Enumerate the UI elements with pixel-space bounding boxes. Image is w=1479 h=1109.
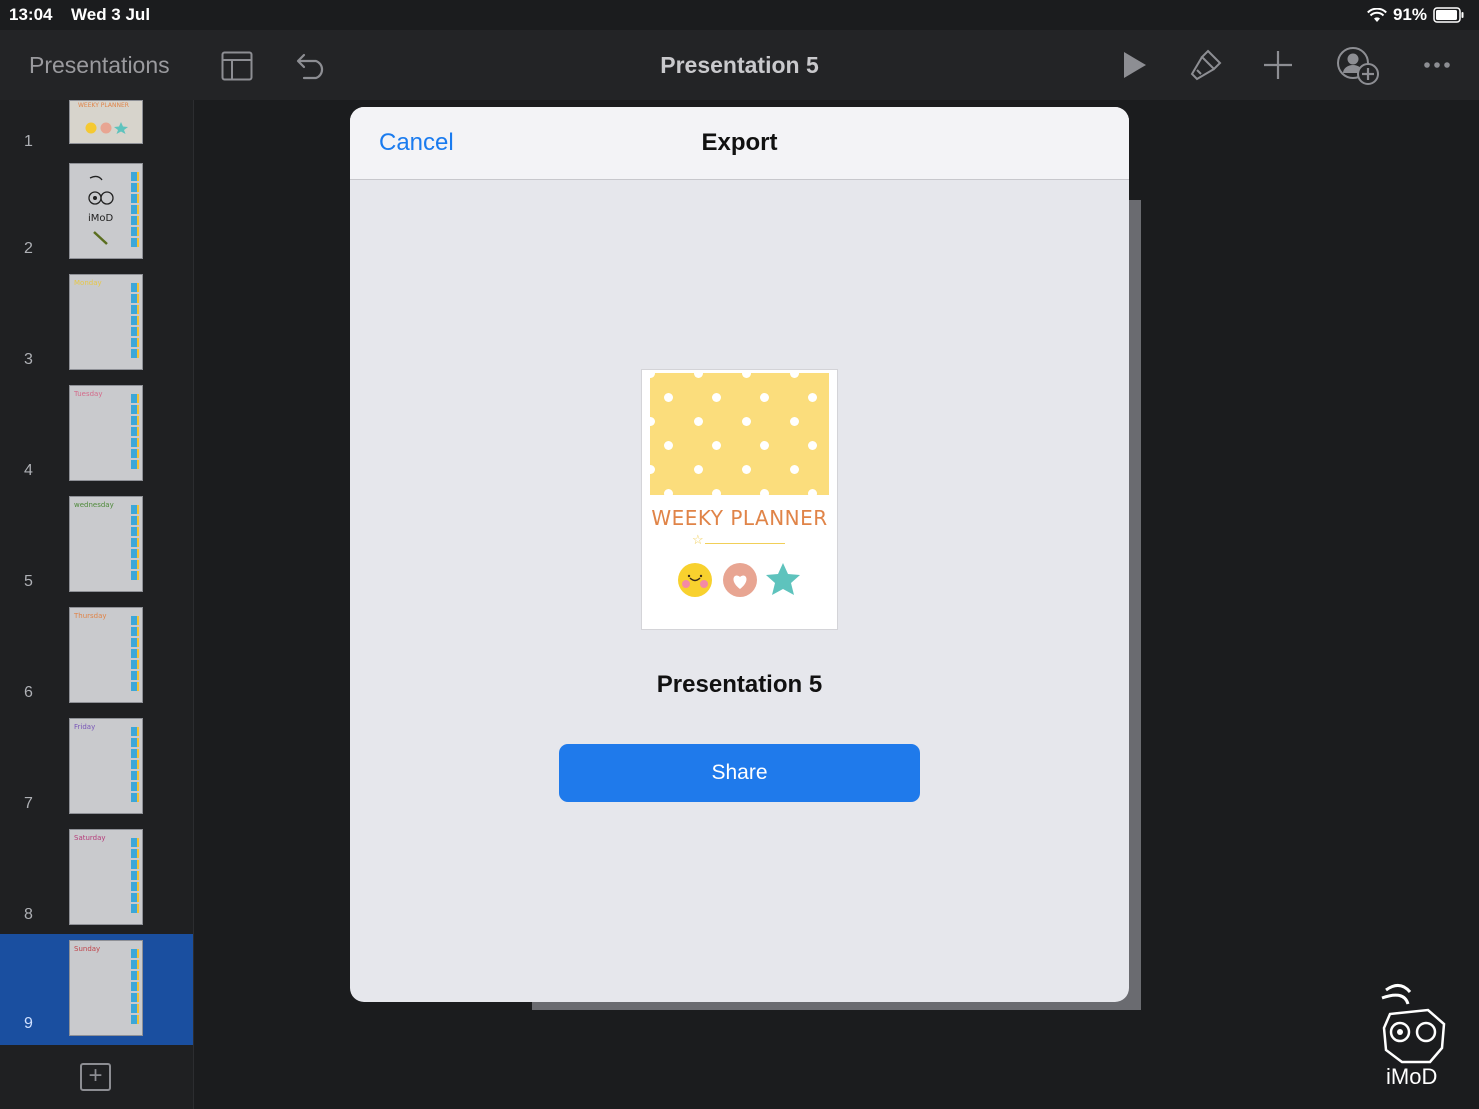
slide-item-2[interactable]: iMoD 2 <box>0 159 193 270</box>
slide-item-8[interactable]: Saturday 8 <box>0 825 193 936</box>
slide-thumbnail: Sunday <box>69 940 143 1036</box>
wifi-icon <box>1367 7 1387 22</box>
slide-number: 8 <box>24 906 33 923</box>
slide-thumbnail: iMoD <box>69 163 143 259</box>
pencil-icon <box>93 231 108 245</box>
battery-percent: 91% <box>1392 5 1427 24</box>
small-star-icon: ☆ <box>692 532 704 547</box>
undo-icon[interactable] <box>296 50 330 80</box>
star-icon <box>766 563 800 595</box>
toolbar: Presentations Presentation 5 <box>0 30 1479 100</box>
imod-logo-icon <box>88 175 114 205</box>
day-tabs <box>131 172 139 247</box>
slide-thumb-title: iMoD <box>88 213 114 224</box>
slide-navigator: WEEKY PLANNER 1 iMoD 2 Monday 3 Tuesday … <box>0 100 194 1109</box>
status-date: Wed 3 Jul <box>71 5 151 24</box>
slide-thumb-title: Sunday <box>74 945 101 953</box>
presentations-button[interactable]: Presentations <box>29 52 170 79</box>
add-slide-button[interactable]: + <box>80 1063 111 1091</box>
slide-number: 3 <box>24 351 33 368</box>
day-tabs <box>131 394 139 469</box>
slide-thumbnail: Saturday <box>69 829 143 925</box>
day-tabs <box>131 838 139 913</box>
slide-number: 5 <box>24 573 33 590</box>
play-icon[interactable] <box>1122 50 1148 80</box>
day-tabs <box>131 616 139 691</box>
document-preview: WEEKY PLANNER ☆ <box>642 370 837 629</box>
dialog-header: Cancel Export <box>350 107 1129 180</box>
format-brush-icon[interactable] <box>1188 48 1224 82</box>
slide-item-9[interactable]: Sunday 9 <box>0 934 193 1045</box>
export-dialog: Cancel Export WEEKY PLANNER ☆ Presentati… <box>350 107 1129 1002</box>
slide-item-7[interactable]: Friday 7 <box>0 714 193 825</box>
status-bar: 13:04 Wed 3 Jul 91% <box>0 0 1479 30</box>
name-line <box>705 543 785 544</box>
polka-dot-banner <box>650 373 829 495</box>
slide-thumbnail: wednesday <box>69 496 143 592</box>
heart-icon <box>723 563 757 597</box>
smiley-icon <box>678 563 712 597</box>
slide-number: 9 <box>24 1015 33 1032</box>
slide-item-6[interactable]: Thursday 6 <box>0 603 193 714</box>
slide-number: 6 <box>24 684 33 701</box>
slide-number: 1 <box>24 133 33 150</box>
share-button[interactable]: Share <box>559 744 920 802</box>
slide-number: 2 <box>24 240 33 257</box>
more-icon[interactable] <box>1423 61 1451 69</box>
slide-thumbnail: Friday <box>69 718 143 814</box>
day-tabs <box>131 949 139 1024</box>
slide-thumbnail: Thursday <box>69 607 143 703</box>
file-name: Presentation 5 <box>656 671 823 698</box>
battery-icon <box>1433 7 1464 23</box>
slide-thumbnail: Monday <box>69 274 143 370</box>
planner-heading: WEEKY PLANNER <box>651 506 828 530</box>
slide-thumbnail: Tuesday <box>69 385 143 481</box>
slide-number: 4 <box>24 462 33 479</box>
dialog-title: Export <box>701 129 778 156</box>
layout-icon[interactable] <box>221 51 253 81</box>
slide-thumb-title: wednesday <box>74 501 114 509</box>
status-time: 13:04 <box>9 5 53 24</box>
slide-item-4[interactable]: Tuesday 4 <box>0 381 193 492</box>
day-tabs <box>131 505 139 580</box>
collaborate-icon[interactable] <box>1335 46 1381 86</box>
status-right: 91% <box>1367 5 1465 25</box>
slide-thumb-title: Thursday <box>74 612 107 620</box>
slide-item-5[interactable]: wednesday 5 <box>0 492 193 603</box>
slide-thumb-title: Monday <box>74 279 102 287</box>
slide-thumb-title: Friday <box>74 723 96 731</box>
day-tabs <box>131 727 139 802</box>
emoji-icons <box>85 122 128 134</box>
day-tabs <box>131 283 139 358</box>
slide-item-3[interactable]: Monday 3 <box>0 270 193 381</box>
slide-thumb-title: WEEKY PLANNER <box>78 102 129 109</box>
slide-thumb-title: Saturday <box>74 834 106 842</box>
slide-thumb-title: Tuesday <box>74 390 103 398</box>
watermark-text: iMoD <box>1386 1064 1438 1089</box>
slide-number: 7 <box>24 795 33 812</box>
slide-thumbnail: WEEKY PLANNER <box>69 100 143 144</box>
emoji-row <box>678 563 800 597</box>
add-icon[interactable] <box>1263 50 1293 80</box>
